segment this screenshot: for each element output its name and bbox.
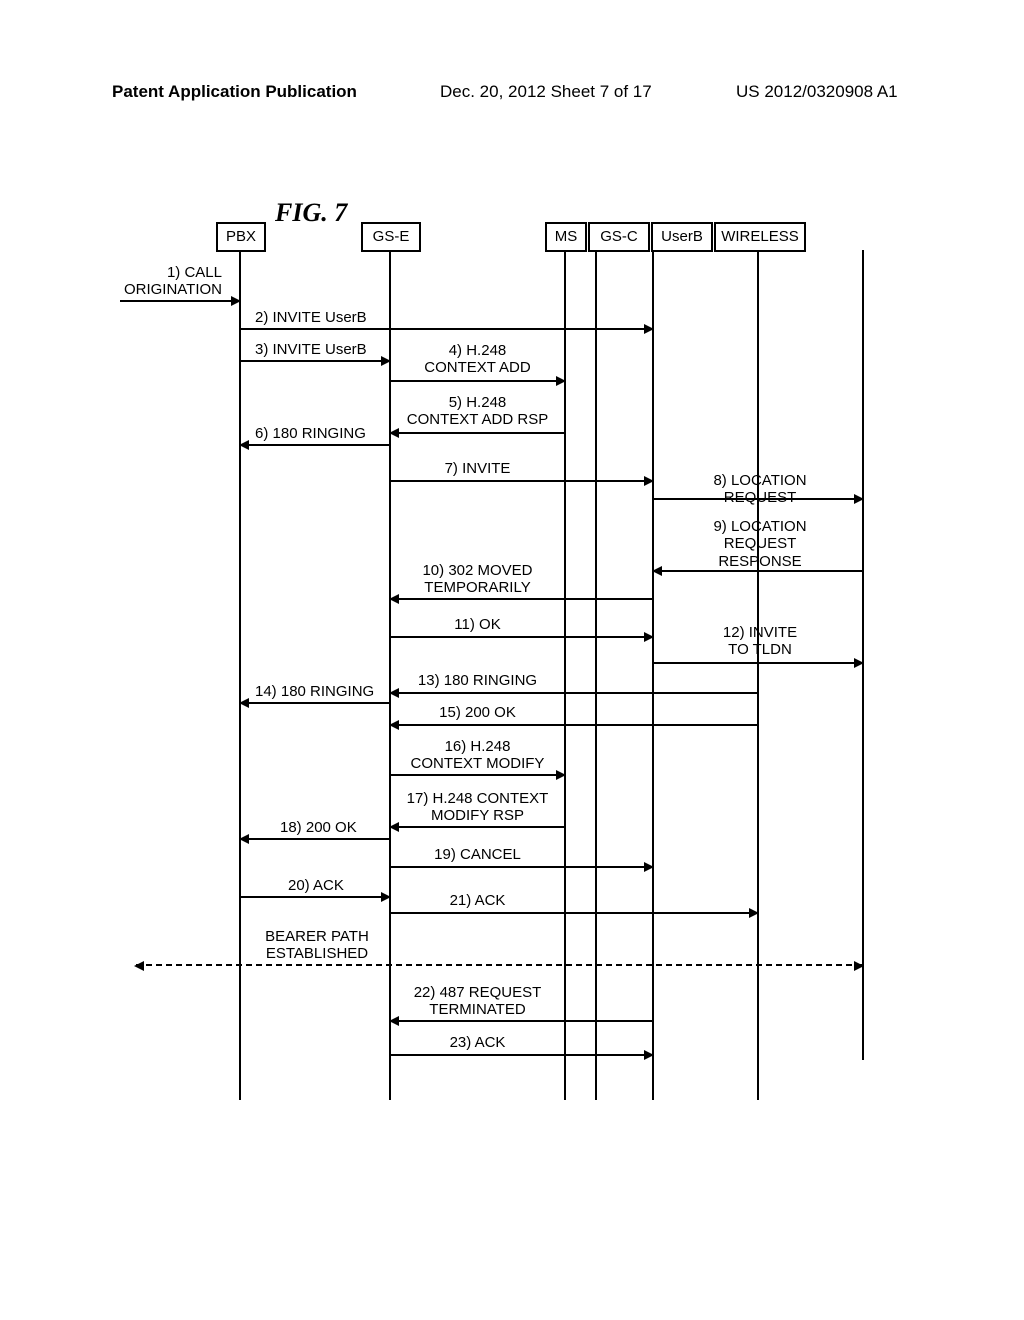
- arrow-m5: [391, 432, 564, 434]
- lifeline-wireless: [757, 246, 759, 1100]
- header-left: Patent Application Publication: [112, 82, 357, 102]
- label-bearer-path: BEARER PATHESTABLISHED: [252, 928, 382, 963]
- label-m14: 14) 180 RINGING: [255, 683, 374, 700]
- actor-gsc: GS-C: [588, 222, 650, 252]
- label-m23: 23) ACK: [395, 1034, 560, 1051]
- label-m7: 7) INVITE: [395, 460, 560, 477]
- lifeline-pbx: [239, 246, 241, 1100]
- lifeline-edge: [862, 250, 864, 1060]
- arrow-m2: [241, 328, 652, 330]
- label-m18: 18) 200 OK: [280, 819, 357, 836]
- arrow-call-origination: [120, 300, 239, 302]
- lifeline-ms: [564, 246, 566, 1100]
- label-m3: 3) INVITE UserB: [255, 341, 367, 358]
- label-m11: 11) OK: [395, 616, 560, 633]
- actor-pbx: PBX: [216, 222, 266, 252]
- figure-title: FIG. 7: [275, 198, 347, 228]
- label-m19: 19) CANCEL: [395, 846, 560, 863]
- arrow-m19: [391, 866, 652, 868]
- arrow-m22: [391, 1020, 652, 1022]
- arrow-m13: [391, 692, 757, 694]
- lifeline-gsc: [595, 246, 597, 1100]
- actor-gse: GS-E: [361, 222, 421, 252]
- label-m2: 2) INVITE UserB: [255, 309, 367, 326]
- arrow-m21: [391, 912, 757, 914]
- label-m21: 21) ACK: [395, 892, 560, 909]
- label-call-origination: 1) CALLORIGINATION: [112, 264, 222, 299]
- arrow-m3: [241, 360, 389, 362]
- actor-userb: UserB: [651, 222, 713, 252]
- arrow-m6: [241, 444, 389, 446]
- label-m20: 20) ACK: [288, 877, 344, 894]
- label-m12: 12) INVITETO TLDN: [670, 624, 850, 659]
- label-m9: 9) LOCATIONREQUESTRESPONSE: [670, 518, 850, 570]
- label-m10: 10) 302 MOVEDTEMPORARILY: [395, 562, 560, 597]
- label-m13: 13) 180 RINGING: [395, 672, 560, 689]
- arrow-m20: [241, 896, 389, 898]
- lifeline-gse: [389, 246, 391, 1100]
- label-m17: 17) H.248 CONTEXTMODIFY RSP: [395, 790, 560, 825]
- arrow-m11: [391, 636, 652, 638]
- label-m22: 22) 487 REQUESTTERMINATED: [395, 984, 560, 1019]
- arrow-m14: [241, 702, 389, 704]
- arrow-m9: [654, 570, 862, 572]
- lifeline-userb: [652, 246, 654, 1100]
- arrow-m7: [391, 480, 652, 482]
- header-mid: Dec. 20, 2012 Sheet 7 of 17: [440, 82, 652, 102]
- header-right: US 2012/0320908 A1: [736, 82, 898, 102]
- arrow-m23: [391, 1054, 652, 1056]
- label-m16: 16) H.248CONTEXT MODIFY: [395, 738, 560, 773]
- label-m15: 15) 200 OK: [395, 704, 560, 721]
- arrow-m15: [391, 724, 757, 726]
- actor-ms: MS: [545, 222, 587, 252]
- label-m4: 4) H.248CONTEXT ADD: [395, 342, 560, 377]
- actor-wireless: WIRELESS: [714, 222, 806, 252]
- arrow-bearer-path: [136, 964, 862, 966]
- label-m8: 8) LOCATIONREQUEST: [670, 472, 850, 507]
- arrow-m10: [391, 598, 652, 600]
- arrow-m16: [391, 774, 564, 776]
- arrow-m4: [391, 380, 564, 382]
- arrow-m12: [654, 662, 862, 664]
- label-m6: 6) 180 RINGING: [255, 425, 366, 442]
- page: Patent Application Publication Dec. 20, …: [0, 0, 1024, 1320]
- label-m5: 5) H.248CONTEXT ADD RSP: [395, 394, 560, 429]
- arrow-m18: [241, 838, 389, 840]
- arrow-m17: [391, 826, 564, 828]
